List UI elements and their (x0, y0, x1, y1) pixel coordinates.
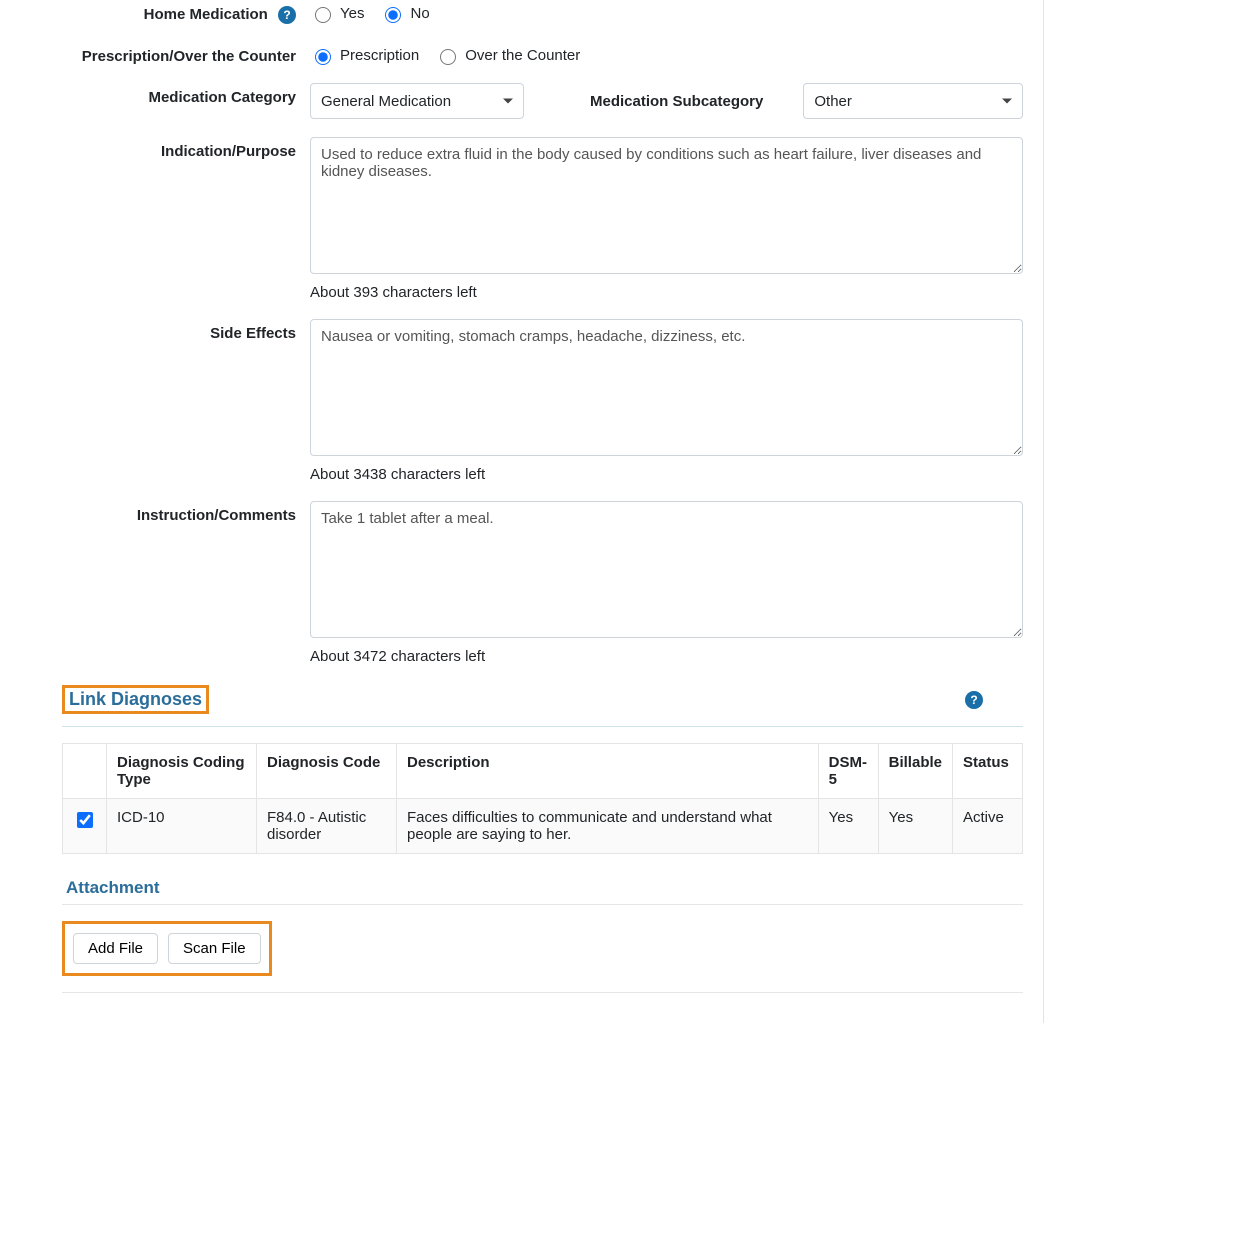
label-text: Home Medication (144, 6, 268, 23)
table-row: ICD-10 F84.0 - Autistic disorder Faces d… (63, 799, 1023, 854)
side-effects-char-count: About 3438 characters left (310, 466, 1023, 483)
divider (62, 904, 1023, 905)
radio-label: Over the Counter (465, 47, 580, 64)
cell-desc: Faces difficulties to communicate and un… (397, 799, 819, 854)
cell-status: Active (953, 799, 1023, 854)
side-effects-label: Side Effects (60, 319, 310, 342)
help-icon[interactable]: ? (965, 691, 983, 709)
indication-row: Indication/Purpose About 393 characters … (0, 137, 1043, 301)
radio-label: No (410, 5, 429, 22)
col-status: Status (953, 744, 1023, 799)
col-billable: Billable (878, 744, 952, 799)
home-med-no-option[interactable]: No (380, 4, 429, 23)
col-dsm5: DSM-5 (818, 744, 878, 799)
scan-file-button[interactable]: Scan File (168, 933, 261, 964)
side-effects-row: Side Effects About 3438 characters left (0, 319, 1043, 483)
home-medication-label: Home Medication ? (60, 0, 310, 24)
col-desc: Description (397, 744, 819, 799)
chevron-down-icon (503, 99, 513, 104)
attachment-buttons: Add File Scan File (62, 921, 272, 976)
row-checkbox[interactable] (77, 812, 93, 828)
diagnoses-table: Diagnosis Coding Type Diagnosis Code Des… (62, 743, 1023, 854)
link-diagnoses-header: Link Diagnoses ? (62, 685, 983, 722)
cell-coding-type: ICD-10 (107, 799, 257, 854)
divider (62, 726, 1023, 727)
otc-option[interactable]: Over the Counter (435, 46, 580, 65)
prescription-radio[interactable] (315, 49, 331, 65)
cell-dsm5: Yes (818, 799, 878, 854)
select-value: General Medication (321, 93, 451, 110)
indication-textarea[interactable] (310, 137, 1023, 274)
instruction-row: Instruction/Comments About 3472 characte… (0, 501, 1043, 665)
prescription-option[interactable]: Prescription (310, 46, 419, 65)
home-med-yes-radio[interactable] (315, 7, 331, 23)
indication-label: Indication/Purpose (60, 137, 310, 160)
radio-label: Prescription (340, 47, 419, 64)
attachment-title: Attachment (66, 878, 1023, 898)
med-subcategory-select[interactable]: Other (803, 83, 1023, 119)
presc-otc-row: Prescription/Over the Counter Prescripti… (0, 42, 1043, 65)
instruction-char-count: About 3472 characters left (310, 648, 1023, 665)
home-med-yes-option[interactable]: Yes (310, 4, 364, 23)
table-header-row: Diagnosis Coding Type Diagnosis Code Des… (63, 744, 1023, 799)
help-icon[interactable]: ? (278, 6, 296, 24)
med-category-select[interactable]: General Medication (310, 83, 524, 119)
med-category-label: Medication Category (60, 83, 310, 119)
instruction-textarea[interactable] (310, 501, 1023, 638)
link-diagnoses-title: Link Diagnoses (62, 685, 209, 714)
cell-billable: Yes (878, 799, 952, 854)
radio-label: Yes (340, 5, 364, 22)
instruction-label: Instruction/Comments (60, 501, 310, 524)
form-page: Home Medication ? Yes No Prescription/Ov… (0, 0, 1044, 1023)
indication-char-count: About 393 characters left (310, 284, 1023, 301)
home-med-no-radio[interactable] (385, 7, 401, 23)
cell-code: F84.0 - Autistic disorder (257, 799, 397, 854)
side-effects-textarea[interactable] (310, 319, 1023, 456)
col-coding-type: Diagnosis Coding Type (107, 744, 257, 799)
med-category-row: Medication Category General Medication M… (0, 83, 1043, 119)
divider (62, 992, 1023, 993)
presc-otc-label: Prescription/Over the Counter (60, 42, 310, 65)
select-value: Other (814, 93, 852, 110)
chevron-down-icon (1002, 99, 1012, 104)
otc-radio[interactable] (440, 49, 456, 65)
col-code: Diagnosis Code (257, 744, 397, 799)
home-medication-row: Home Medication ? Yes No (0, 0, 1043, 24)
add-file-button[interactable]: Add File (73, 933, 158, 964)
med-subcategory-label: Medication Subcategory (590, 93, 763, 110)
